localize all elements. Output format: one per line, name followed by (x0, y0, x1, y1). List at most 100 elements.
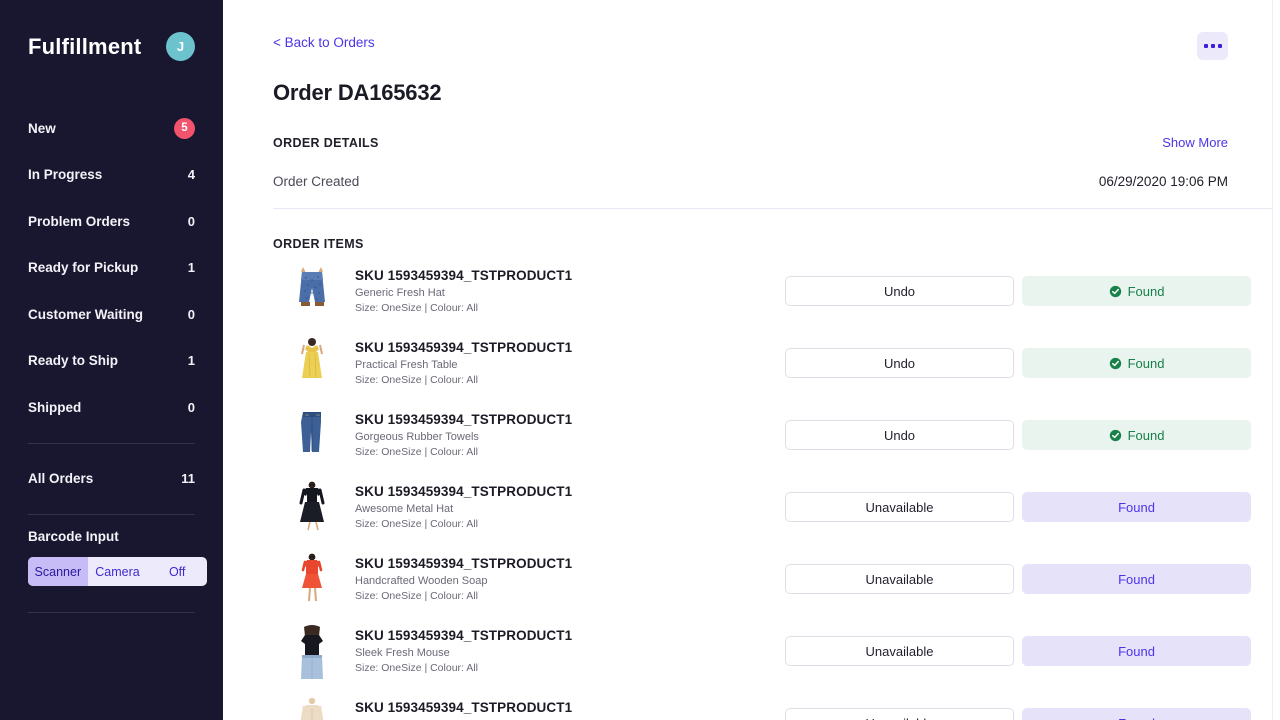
sidebar-item-label: In Progress (28, 167, 103, 183)
sidebar-item-label: Ready to Ship (28, 353, 119, 369)
unavailable-button[interactable]: Unavailable (785, 636, 1014, 666)
found-button-label: Found (1118, 499, 1155, 515)
row-actions: Unavailable Found (785, 636, 1251, 666)
found-button-label: Found (1127, 283, 1165, 299)
sidebar-item-shipped[interactable]: Shipped 0 (16, 384, 207, 431)
sidebar-divider-1 (28, 442, 195, 444)
barcode-input-segmented-control: Scanner Camera Off (28, 557, 207, 586)
product-sku: SKU 1593459394_TSTPRODUCT1 (355, 484, 573, 499)
row-actions: Undo Found (785, 276, 1251, 306)
found-button[interactable]: Found (1022, 348, 1251, 378)
order-item-row: SKU 1593459394_TSTPRODUCT1 Sleek Fresh Mo… (273, 615, 1251, 687)
product-name: Sleek Fresh Mouse (355, 647, 450, 659)
product-thumbnail (291, 551, 333, 607)
barcode-segment-scanner[interactable]: Scanner (28, 557, 88, 586)
order-item-row: SKU 1593459394_TSTPRODUCT1 Generic Fresh … (273, 255, 1251, 327)
row-actions: Undo Found (785, 420, 1251, 450)
sidebar-nav: New 5 In Progress 4 Problem Orders 0 Ready for… (16, 105, 207, 431)
product-thumbnail (291, 263, 333, 319)
product-thumbnail (291, 407, 333, 463)
product-meta: Size: OneSize | Colour: All (355, 518, 478, 530)
undo-button[interactable]: Undo (785, 420, 1014, 450)
product-thumbnail (291, 623, 333, 679)
product-thumbnail (291, 479, 333, 535)
sidebar-item-ready-for-pickup[interactable]: Ready for Pickup 1 (16, 245, 207, 292)
unavailable-button[interactable]: Unavailable (785, 492, 1014, 522)
order-created-row: Order Created 06/29/2020 19:06 PM (273, 174, 1280, 209)
kebab-dot (1203, 44, 1208, 48)
found-button-label: Found (1118, 716, 1155, 720)
found-button[interactable]: Found (1022, 708, 1251, 720)
sidebar-item-customer-waiting[interactable]: Customer Waiting 0 (16, 291, 207, 338)
sidebar-header: Fulfillment J (16, 0, 207, 61)
sidebar-item-in-progress[interactable]: In Progress 4 (16, 152, 207, 199)
found-button[interactable]: Found (1022, 276, 1251, 306)
product-sku: SKU 1593459394_TSTPRODUCT1 (355, 268, 573, 283)
product-info: SKU 1593459394_TSTPRODUCT1Small Rubber T… (355, 700, 785, 720)
scrollbar[interactable] (1272, 0, 1280, 720)
barcode-segment-camera[interactable]: Camera (88, 557, 148, 586)
order-item-row: SKU 1593459394_TSTPRODUCT1 Handcrafted Wo… (273, 543, 1251, 615)
product-info: SKU 1593459394_TSTPRODUCT1 Gorgeous Rubbe… (355, 412, 785, 458)
sidebar-item-label: Ready for Pickup (28, 260, 139, 276)
sidebar-item-label: Problem Orders (28, 213, 131, 229)
check-circle-icon (1109, 357, 1122, 370)
barcode-segment-off[interactable]: Off (147, 557, 207, 586)
product-meta: Size: OneSize | Colour: All (355, 446, 478, 458)
product-meta: Size: OneSize | Colour: All (355, 590, 478, 602)
row-actions: Unavailable Found (785, 492, 1251, 522)
found-button[interactable]: Found (1022, 564, 1251, 594)
product-meta: Size: OneSize | Colour: All (355, 302, 478, 314)
unavailable-button[interactable]: Unavailable (785, 564, 1014, 594)
product-sku: SKU 1593459394_TSTPRODUCT1 (355, 700, 573, 715)
product-sku: SKU 1593459394_TSTPRODUCT1 (355, 340, 573, 355)
unavailable-button[interactable]: Unavailable (785, 708, 1014, 720)
more-horizontal-icon[interactable] (1197, 32, 1228, 60)
found-button-label: Found (1127, 355, 1165, 371)
sidebar-item-label: Customer Waiting (28, 306, 144, 322)
order-details-header: ORDER DETAILS Show More (273, 135, 1280, 150)
sidebar-item-count: 1 (187, 260, 195, 276)
product-info: SKU 1593459394_TSTPRODUCT1 Awesome Metal … (355, 484, 785, 530)
found-button[interactable]: Found (1022, 492, 1251, 522)
sidebar: Fulfillment J New 5 In Progress 4 Problem Or… (0, 0, 223, 720)
row-actions: Unavailable Found (785, 708, 1251, 720)
product-info: SKU 1593459394_TSTPRODUCT1 Handcrafted Wo… (355, 556, 785, 602)
product-name: Practical Fresh Table (355, 359, 458, 371)
sidebar-divider-3 (28, 612, 195, 613)
product-sku: SKU 1593459394_TSTPRODUCT1 (355, 628, 573, 643)
undo-button[interactable]: Undo (785, 348, 1014, 378)
found-button[interactable]: Found (1022, 636, 1251, 666)
kebab-dot (1217, 44, 1222, 48)
avatar[interactable]: J (166, 32, 195, 61)
product-name: Gorgeous Rubber Towels (355, 431, 479, 443)
sidebar-item-new[interactable]: New 5 (16, 105, 207, 152)
sidebar-item-count: 4 (187, 167, 195, 183)
show-more-link[interactable]: Show More (1162, 135, 1228, 150)
sidebar-item-label: Shipped (28, 399, 82, 415)
top-bar: < Back to Orders (273, 0, 1280, 60)
order-details-title: ORDER DETAILS (273, 135, 379, 150)
product-sku: SKU 1593459394_TSTPRODUCT1 (355, 412, 573, 427)
main-inner: < Back to Orders Order DA165632 ORDER DE… (223, 0, 1280, 720)
avatar-initial: J (176, 39, 185, 54)
product-thumbnail (291, 695, 333, 720)
sidebar-item-problem-orders[interactable]: Problem Orders 0 (16, 198, 207, 245)
undo-button[interactable]: Undo (785, 276, 1014, 306)
product-name: Handcrafted Wooden Soap (355, 575, 488, 587)
order-created-label: Order Created (273, 174, 360, 189)
barcode-input-label: Barcode Input (28, 529, 119, 544)
sidebar-divider-2 (28, 514, 195, 515)
order-items-list: SKU 1593459394_TSTPRODUCT1 Generic Fresh … (273, 255, 1280, 720)
sidebar-item-ready-to-ship[interactable]: Ready to Ship 1 (16, 338, 207, 385)
sidebar-item-label: All Orders (28, 471, 94, 487)
found-button-label: Found (1118, 643, 1155, 659)
found-button[interactable]: Found (1022, 420, 1251, 450)
sidebar-item-label: New (28, 120, 56, 136)
main-content: < Back to Orders Order DA165632 ORDER DE… (223, 0, 1280, 720)
row-actions: Unavailable Found (785, 564, 1251, 594)
back-to-orders-link[interactable]: < Back to Orders (273, 36, 375, 50)
sidebar-item-badge: 5 (174, 117, 195, 139)
product-info: SKU 1593459394_TSTPRODUCT1 Generic Fresh … (355, 268, 785, 314)
sidebar-item-all-orders[interactable]: All Orders 11 (16, 456, 207, 503)
